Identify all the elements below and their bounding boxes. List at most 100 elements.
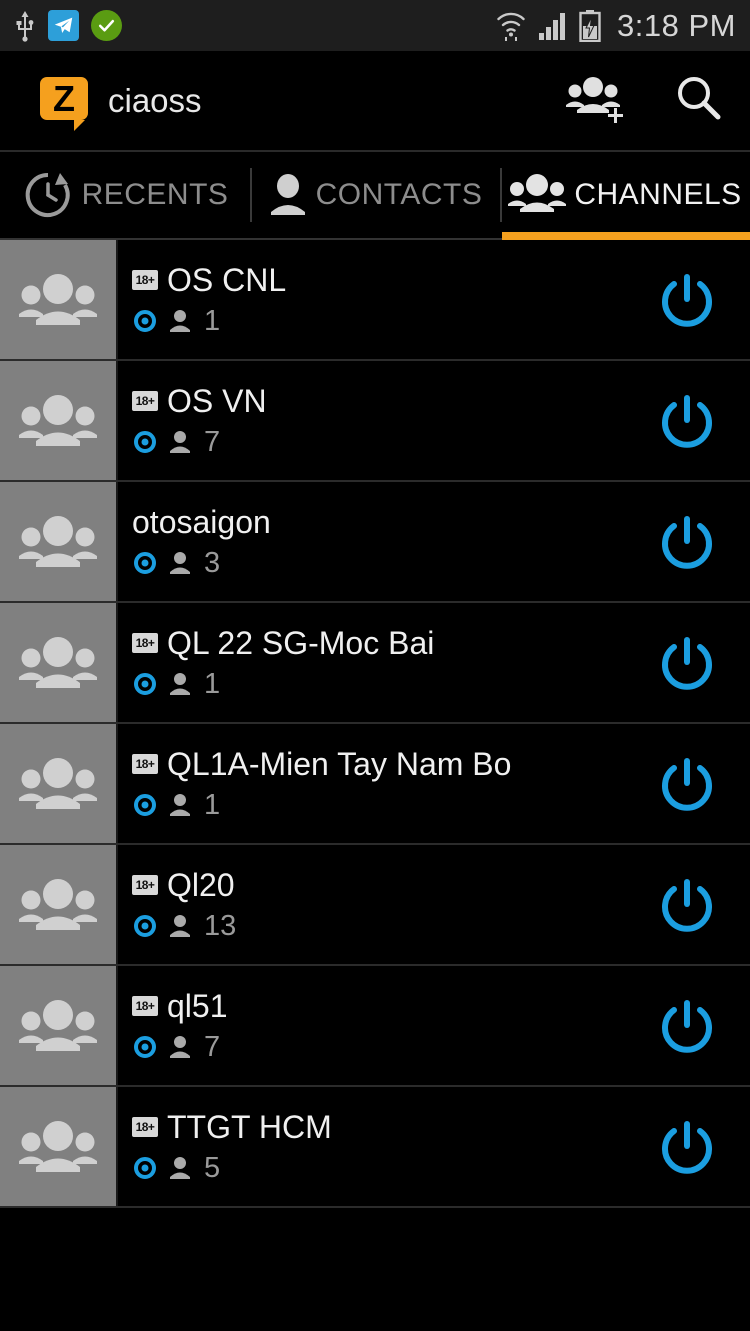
app-header: Z ciaoss: [0, 52, 750, 152]
channel-row-2[interactable]: otosaigon 3: [0, 482, 750, 603]
channel-meta: 1: [132, 305, 624, 338]
channel-avatar: [0, 240, 118, 359]
channel-user-count: 1: [204, 788, 221, 821]
channel-meta: 1: [132, 668, 624, 701]
channel-title-line: 18+ OS CNL: [132, 262, 624, 299]
channel-power-button[interactable]: [624, 240, 750, 359]
power-icon: [662, 394, 712, 448]
online-status-icon: [134, 310, 156, 332]
channel-user-count: 5: [204, 1151, 221, 1184]
online-status-icon: [134, 1157, 156, 1179]
channel-title-line: otosaigon: [132, 504, 624, 541]
channel-info: 18+ QL1A-Mien Tay Nam Bo 1: [118, 724, 624, 843]
tab-contacts-label: CONTACTS: [315, 178, 483, 211]
header-actions: [566, 74, 724, 129]
channel-user-count: 3: [204, 546, 221, 579]
online-status-icon: [134, 794, 156, 816]
recents-clock-icon: [25, 172, 70, 217]
online-status-icon: [134, 431, 156, 453]
channel-meta: 3: [132, 547, 624, 580]
channel-avatar: [0, 724, 118, 843]
group-avatar-icon: [19, 757, 97, 809]
channel-title-line: 18+ OS VN: [132, 383, 624, 420]
user-count-icon: [170, 794, 190, 816]
channel-row-1[interactable]: 18+ OS VN 7: [0, 361, 750, 482]
user-count-icon: [170, 1036, 190, 1058]
channel-info: otosaigon 3: [118, 482, 624, 601]
channel-name: OS VN: [167, 382, 267, 419]
group-avatar-icon: [19, 515, 97, 567]
channel-avatar: [0, 1087, 118, 1206]
channel-name: ql51: [167, 987, 228, 1024]
status-bar: 3:18 PM: [0, 0, 750, 52]
channel-avatar: [0, 482, 118, 601]
channel-row-6[interactable]: 18+ ql51 7: [0, 966, 750, 1087]
channel-name: QL1A-Mien Tay Nam Bo: [167, 745, 512, 782]
channel-power-button[interactable]: [624, 966, 750, 1085]
channel-power-button[interactable]: [624, 845, 750, 964]
search-button[interactable]: [674, 74, 724, 129]
channel-info: 18+ QL 22 SG-Moc Bai 1: [118, 603, 624, 722]
channel-row-4[interactable]: 18+ QL1A-Mien Tay Nam Bo 1: [0, 724, 750, 845]
user-count-icon: [170, 1157, 190, 1179]
user-count-icon: [170, 915, 190, 937]
tab-recents-label: RECENTS: [81, 178, 229, 211]
online-status-icon: [134, 552, 156, 574]
online-status-icon: [134, 673, 156, 695]
wifi-icon: [497, 12, 525, 41]
checkmark-icon: [91, 10, 122, 41]
status-bar-right-icons: 3:18 PM: [495, 8, 736, 44]
battery-charging-icon: [579, 9, 601, 42]
channel-row-3[interactable]: 18+ QL 22 SG-Moc Bai 1: [0, 603, 750, 724]
tab-channels[interactable]: CHANNELS: [500, 152, 750, 240]
channel-title-line: 18+ QL1A-Mien Tay Nam Bo: [132, 746, 624, 783]
channel-row-0[interactable]: 18+ OS CNL 1: [0, 240, 750, 361]
channel-user-count: 1: [204, 304, 221, 337]
channel-info: 18+ ql51 7: [118, 966, 624, 1085]
adult-content-badge: 18+: [132, 875, 158, 895]
channel-power-button[interactable]: [624, 361, 750, 480]
channel-user-count: 7: [204, 1030, 221, 1063]
channel-meta: 5: [132, 1152, 624, 1185]
channel-power-button[interactable]: [624, 1087, 750, 1206]
add-channel-button[interactable]: [566, 74, 628, 129]
group-avatar-icon: [19, 1120, 97, 1172]
channel-avatar: [0, 845, 118, 964]
telegram-icon: [48, 10, 79, 41]
channel-meta: 13: [132, 910, 624, 943]
channel-row-5[interactable]: 18+ Ql20 13: [0, 845, 750, 966]
user-count-icon: [170, 310, 190, 332]
channel-title-line: 18+ TTGT HCM: [132, 1109, 624, 1146]
channel-avatar: [0, 966, 118, 1085]
power-icon: [662, 515, 712, 569]
channel-user-count: 13: [204, 909, 237, 942]
power-icon: [662, 757, 712, 811]
status-bar-left-icons: [14, 10, 122, 42]
channel-avatar: [0, 603, 118, 722]
group-avatar-icon: [19, 394, 97, 446]
channel-user-count: 1: [204, 667, 221, 700]
power-icon: [662, 636, 712, 690]
power-icon: [662, 1120, 712, 1174]
channel-title-line: 18+ QL 22 SG-Moc Bai: [132, 625, 624, 662]
adult-content-badge: 18+: [132, 754, 158, 774]
channel-name: Ql20: [167, 866, 235, 903]
usb-icon: [16, 10, 34, 42]
channel-info: 18+ Ql20 13: [118, 845, 624, 964]
tab-recents[interactable]: RECENTS: [0, 152, 250, 238]
tab-contacts[interactable]: CONTACTS: [250, 152, 500, 238]
channel-power-button[interactable]: [624, 724, 750, 843]
channel-power-button[interactable]: [624, 482, 750, 601]
channel-avatar: [0, 361, 118, 480]
adult-content-badge: 18+: [132, 996, 158, 1016]
logo-letter: Z: [53, 77, 75, 119]
channel-power-button[interactable]: [624, 603, 750, 722]
channel-title-line: 18+ Ql20: [132, 867, 624, 904]
group-avatar-icon: [19, 878, 97, 930]
adult-content-badge: 18+: [132, 633, 158, 653]
channel-meta: 7: [132, 1031, 624, 1064]
channel-row-7[interactable]: 18+ TTGT HCM 5: [0, 1087, 750, 1208]
group-avatar-icon: [19, 636, 97, 688]
power-icon: [662, 999, 712, 1053]
adult-content-badge: 18+: [132, 1117, 158, 1137]
